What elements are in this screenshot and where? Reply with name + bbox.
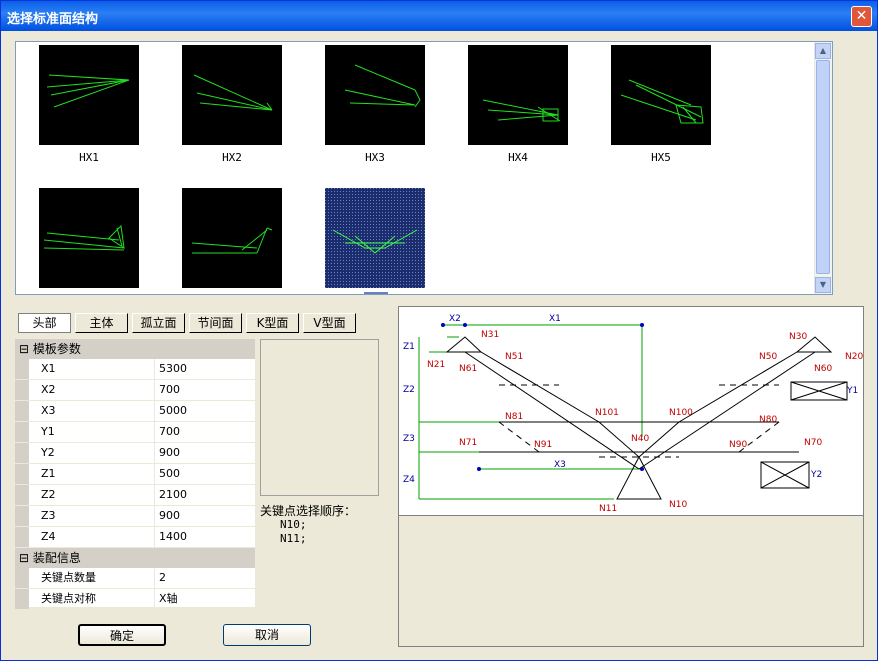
gallery-label: HX1 [79,151,99,164]
preview-panel [260,339,379,496]
node-label: N81 [505,412,523,422]
node-label: N50 [759,352,777,362]
hx4-thumbnail [468,45,568,145]
close-button[interactable]: ✕ [851,6,872,27]
gallery-label: HX5 [651,151,671,164]
node-label: N90 [729,440,747,450]
gallery-label: HX2 [222,151,242,164]
collapse-icon[interactable]: ⊟ [19,551,29,565]
gallery-item-hx5[interactable]: HX5 [611,45,711,164]
scroll-up-button[interactable]: ▲ [815,43,831,59]
window-title: 选择标准面结构 [7,12,99,27]
structure-diagram: X2 X1 Z1 Z2 Z3 Z4 X3 Y1 Y2 N31 N21 N61 N… [399,307,863,516]
gallery-item-8-selected[interactable] [325,188,425,294]
gallery-item-hx2[interactable]: HX2 [182,45,282,164]
param-row[interactable]: Y2 900 [15,443,255,464]
dim-label: Z3 [403,434,415,444]
gallery-item-hx1[interactable]: HX1 [39,45,139,164]
param-row[interactable]: 关键点对称 X轴 [15,589,255,610]
node-label: N70 [804,438,822,448]
keypoint-item: N10; [280,518,307,531]
hx5-thumbnail [611,45,711,145]
structure-6-thumbnail [39,188,139,288]
ok-button[interactable]: 确定 [78,624,166,646]
collapse-icon[interactable]: ⊟ [19,342,29,356]
node-label: N61 [459,364,477,374]
tab-body[interactable]: 主体 [75,313,128,333]
node-label: N30 [789,332,807,342]
structure-diagram-panel: X2 X1 Z1 Z2 Z3 Z4 X3 Y1 Y2 N31 N21 N61 N… [398,306,864,647]
dim-label: X3 [554,460,566,470]
dialog-window: 选择标准面结构 ✕ HX1 HX2 HX3 HX4 HX5 ▲ ▼ 头部 主体 … [0,0,878,661]
cancel-button[interactable]: 取消 [223,624,311,646]
hx3-thumbnail [325,45,425,145]
gallery-label: HX3 [365,151,385,164]
tab-head[interactable]: 头部 [18,313,71,333]
gallery-scrollbar[interactable]: ▲ ▼ [814,42,832,294]
tab-isolated-face[interactable]: 孤立面 [132,313,185,333]
dim-label: Z2 [403,385,415,395]
param-row[interactable]: Z3 900 [15,506,255,527]
gallery-selection-marker [364,292,388,294]
node-label: N60 [814,364,832,374]
param-row[interactable]: X3 5000 [15,401,255,422]
keypoint-order-panel: 关键点选择顺序： N10; N11; [260,504,356,546]
keypoint-title: 关键点选择顺序： [260,504,357,518]
node-label: N80 [759,415,777,425]
node-label: N21 [427,360,445,370]
gallery-item-6[interactable] [39,188,139,294]
param-row[interactable]: 关键点数量 2 [15,568,255,589]
structure-gallery: HX1 HX2 HX3 HX4 HX5 ▲ ▼ [15,41,833,295]
gallery-item-7[interactable] [182,188,282,294]
structure-8-thumbnail [325,188,425,288]
scroll-down-button[interactable]: ▼ [815,277,831,293]
hx1-thumbnail [39,45,139,145]
node-label: N40 [631,434,649,444]
hx2-thumbnail [182,45,282,145]
structure-7-thumbnail [182,188,282,288]
param-row[interactable]: X1 5300 [15,359,255,380]
title-bar[interactable]: 选择标准面结构 ✕ [1,1,877,31]
node-label: N71 [459,438,477,448]
node-label: N20 [845,352,863,362]
dim-label: Z4 [403,475,415,485]
tab-v-face[interactable]: V型面 [303,313,356,333]
param-row[interactable]: Z2 2100 [15,485,255,506]
scroll-thumb[interactable] [816,60,830,274]
node-label: N10 [669,500,687,510]
keypoint-item: N11; [280,532,307,545]
dim-label: Y2 [810,470,822,480]
node-label: N51 [505,352,523,362]
param-row[interactable]: Y1 700 [15,422,255,443]
tab-k-face[interactable]: K型面 [246,313,299,333]
dim-label: Z1 [403,342,415,352]
gallery-item-hx4[interactable]: HX4 [468,45,568,164]
parameter-grid: ⊟ 模板参数 X1 5300 X2 700 X3 5000 Y1 700 Y2 900 Z… [15,339,255,610]
dim-label: X2 [449,314,461,324]
node-label: N31 [481,330,499,340]
param-row[interactable]: Z1 500 [15,464,255,485]
dim-label: Y1 [846,386,858,396]
section-assembly-info[interactable]: ⊟ 装配信息 [15,548,255,568]
dim-label: X1 [549,314,561,324]
gallery-label: HX4 [508,151,528,164]
node-label: N101 [595,408,619,418]
gallery-item-hx3[interactable]: HX3 [325,45,425,164]
param-row[interactable]: Z4 1400 [15,527,255,548]
node-label: N11 [599,504,617,514]
param-row[interactable]: X2 700 [15,380,255,401]
node-label: N100 [669,408,693,418]
section-template-params[interactable]: ⊟ 模板参数 [15,339,255,359]
node-label: N91 [534,440,552,450]
tab-panel-face[interactable]: 节间面 [189,313,242,333]
